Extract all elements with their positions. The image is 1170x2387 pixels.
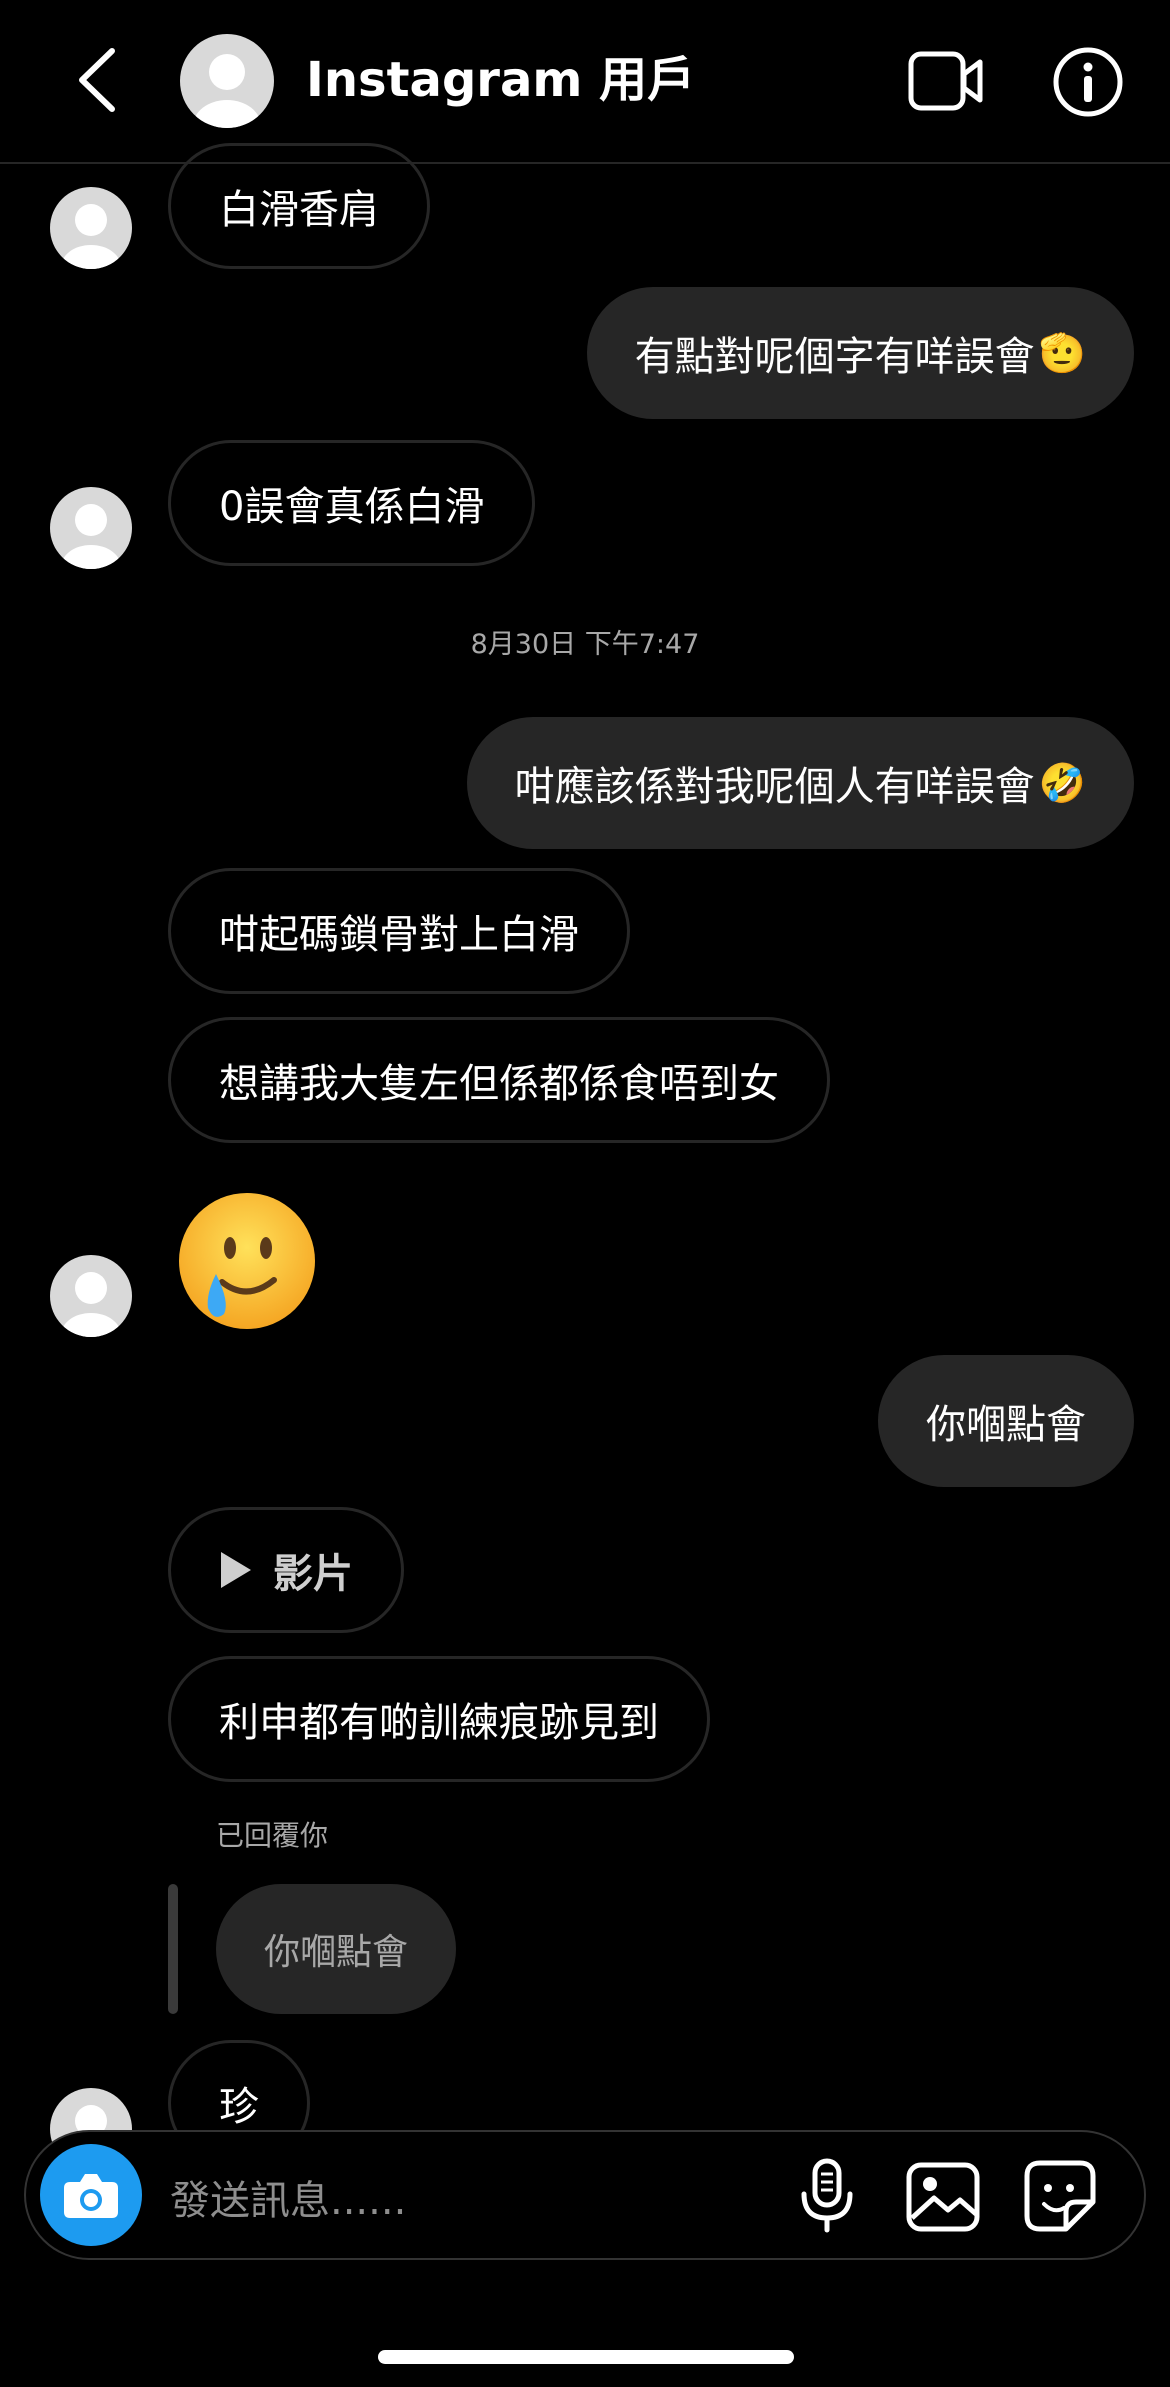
message-text: 白滑香肩 (219, 187, 379, 233)
quoted-message[interactable]: 你嗰點會 (216, 1884, 457, 2014)
reply-indicator (168, 1884, 178, 2014)
play-icon (221, 1552, 251, 1588)
message-text: 想講我大隻左但係都係食唔到女 (219, 1061, 779, 1107)
message-text: 利申都有啲訓練痕跡見到 (219, 1700, 659, 1746)
face-holding-back-tears-icon[interactable] (176, 1190, 318, 1332)
avatar[interactable] (50, 1255, 132, 1337)
video-call-icon[interactable] (908, 50, 984, 112)
message-bubble[interactable]: 咁應該係對我呢個人有咩誤會 🤣 (466, 717, 1134, 849)
message-bubble[interactable]: 利申都有啲訓練痕跡見到 (168, 1656, 710, 1782)
message-bubble[interactable]: 有點對呢個字有咩誤會 🫡 (586, 287, 1134, 419)
timestamp: 8月30日 下午7:47 (470, 629, 700, 660)
sticker-icon[interactable] (1024, 2160, 1096, 2232)
message-text: 0誤會真係白滑 (219, 484, 485, 530)
camera-icon (64, 2174, 118, 2218)
reply-label: 已回覆你 (216, 1819, 329, 1852)
message-bubble[interactable]: 你嗰點會 (878, 1355, 1134, 1487)
message-text: 咁起碼鎖骨對上白滑 (219, 912, 579, 958)
avatar[interactable] (50, 487, 132, 569)
info-icon[interactable] (1052, 46, 1124, 118)
video-message[interactable]: 影片 (168, 1507, 404, 1633)
chat-header: Instagram 用戶 (0, 0, 1170, 164)
message-composer: 發送訊息...... (24, 2130, 1146, 2260)
message-text: 有點對呢個字有咩誤會 (634, 334, 1035, 380)
quoted-text: 你嗰點會 (264, 1932, 409, 1973)
message-text: 你嗰點會 (926, 1402, 1086, 1448)
page-title[interactable]: Instagram 用戶 (306, 50, 695, 110)
message-input[interactable]: 發送訊息...... (170, 2168, 406, 2226)
saluting-face-icon: 🫡 (1038, 330, 1086, 375)
gallery-icon[interactable] (906, 2162, 980, 2232)
avatar[interactable] (180, 34, 274, 128)
microphone-icon[interactable] (796, 2158, 858, 2234)
rofl-face-icon: 🤣 (1038, 760, 1086, 805)
chevron-left-icon[interactable] (68, 45, 128, 115)
message-bubble[interactable]: 咁起碼鎖骨對上白滑 (168, 868, 630, 994)
message-bubble[interactable]: 白滑香肩 (168, 143, 430, 269)
camera-button[interactable] (40, 2144, 142, 2246)
home-indicator (378, 2350, 794, 2364)
avatar[interactable] (50, 187, 132, 269)
message-bubble[interactable]: 0誤會真係白滑 (168, 440, 536, 566)
message-text: 珍 (219, 2084, 259, 2130)
message-text: 影片 (273, 1551, 353, 1597)
message-text: 咁應該係對我呢個人有咩誤會 (514, 764, 1035, 810)
message-bubble[interactable]: 想講我大隻左但係都係食唔到女 (168, 1017, 830, 1143)
